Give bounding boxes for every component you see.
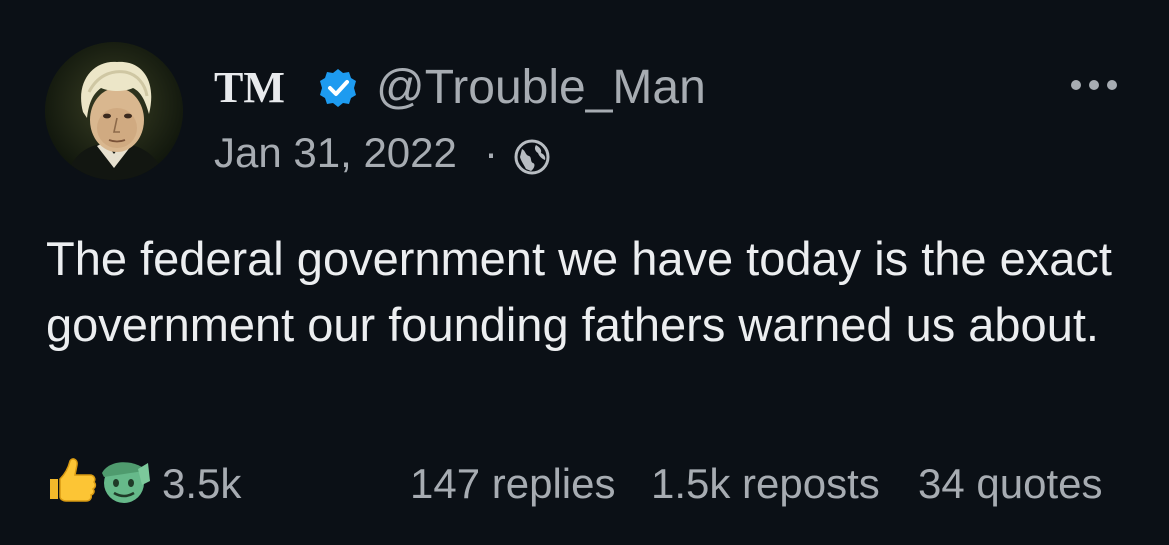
- date-separator: ·: [484, 129, 498, 176]
- post-card: TM @Trouble_Man Jan 31, 2022 · The feder…: [0, 0, 1169, 545]
- portrait-avatar-icon: [45, 42, 183, 180]
- reactions-group[interactable]: [44, 455, 152, 505]
- avatar[interactable]: [45, 42, 183, 180]
- quotes-count[interactable]: 34 quotes: [918, 460, 1103, 508]
- saluting-face-icon: [102, 462, 150, 503]
- display-name[interactable]: TM: [214, 66, 285, 110]
- verified-badge-icon: [320, 69, 356, 107]
- replies-count[interactable]: 147 replies: [410, 460, 615, 508]
- reposts-count[interactable]: 1.5k reposts: [651, 460, 880, 508]
- author-handle[interactable]: @Trouble_Man: [376, 63, 706, 113]
- post-date[interactable]: Jan 31, 2022: [214, 130, 457, 176]
- post-text: The federal government we have today is …: [46, 232, 1112, 351]
- thumbs-up-icon: [50, 458, 97, 502]
- reaction-count[interactable]: 3.5k: [162, 460, 241, 508]
- globe-icon: [514, 139, 550, 175]
- more-options-icon[interactable]: [1066, 70, 1122, 100]
